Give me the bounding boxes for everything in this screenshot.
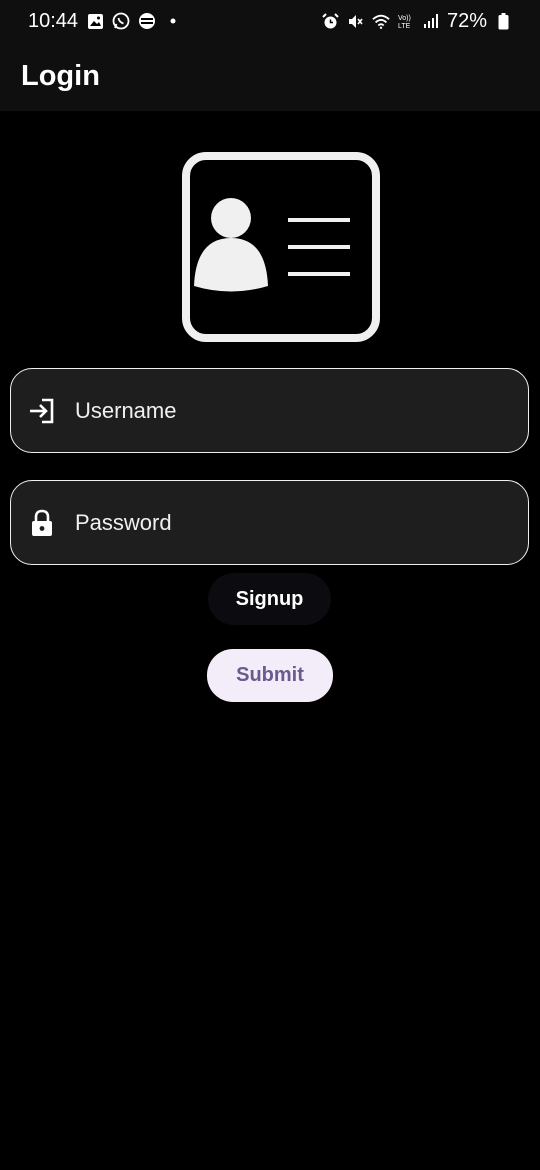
status-bar: 10:44 Vo)) LTE 72% (0, 0, 540, 42)
password-field[interactable] (10, 480, 529, 565)
whatsapp-icon (112, 12, 130, 30)
alarm-icon (322, 12, 340, 30)
clock: 10:44 (28, 9, 79, 32)
submit-button[interactable]: Submit (207, 649, 333, 702)
signal-icon (422, 12, 440, 30)
dot-icon (164, 12, 182, 30)
signup-button[interactable]: Signup (208, 573, 331, 625)
status-left: 10:44 (28, 10, 182, 33)
battery-icon (494, 12, 512, 30)
lock-icon (27, 508, 57, 538)
wifi-icon (372, 12, 390, 30)
app-bar: Login (0, 42, 540, 111)
status-right: Vo)) LTE 72% (322, 10, 512, 33)
mute-icon (347, 12, 365, 30)
gallery-icon (86, 12, 104, 30)
battery-percent: 72% (446, 9, 487, 32)
svg-text:Vo)): Vo)) (398, 15, 411, 22)
volte-icon: Vo)) LTE (397, 12, 415, 30)
login-icon (27, 396, 57, 426)
username-field[interactable] (10, 368, 529, 453)
username-input[interactable] (73, 369, 508, 452)
vpn-icon (138, 12, 156, 30)
svg-text:LTE: LTE (398, 23, 411, 30)
page-title: Login (21, 60, 100, 92)
id-card-icon (182, 152, 380, 342)
password-input[interactable] (73, 481, 508, 564)
